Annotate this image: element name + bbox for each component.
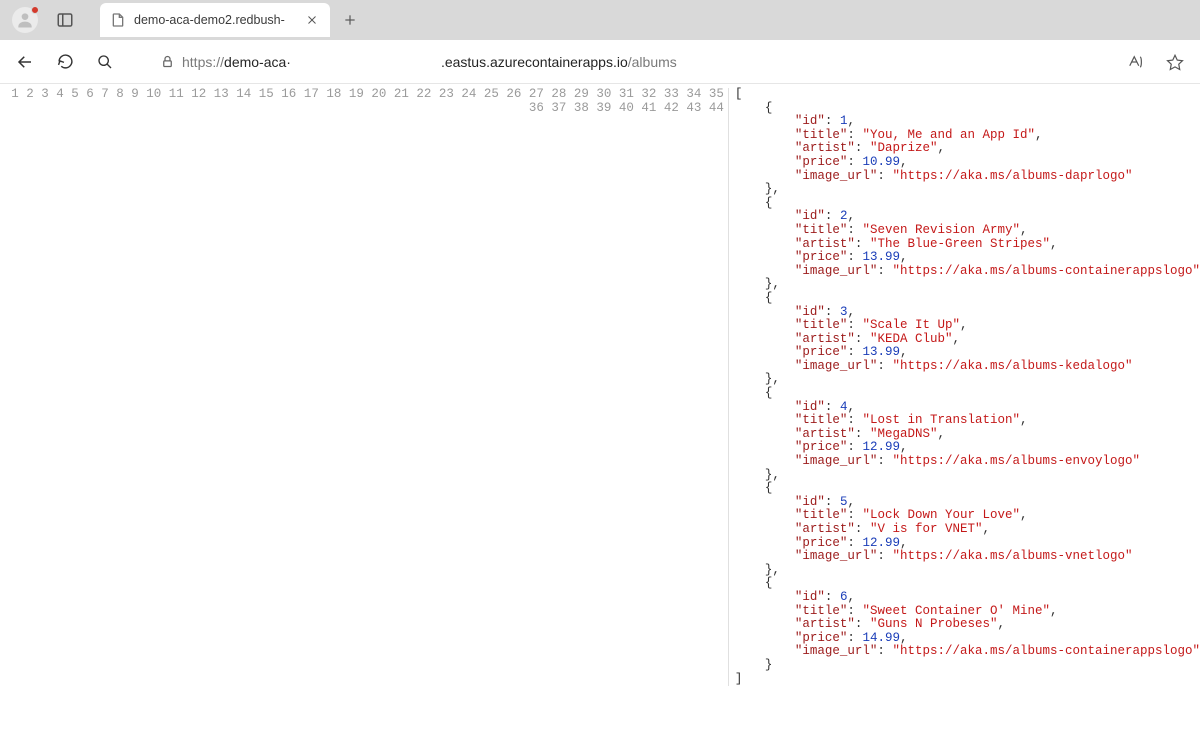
search-button[interactable] [88, 45, 122, 79]
json-viewer: 1 2 3 4 5 6 7 8 9 10 11 12 13 14 15 16 1… [0, 84, 1200, 686]
tab-title: demo-aca-demo2.redbush- [134, 13, 296, 27]
refresh-button[interactable] [48, 45, 82, 79]
new-tab-button[interactable] [336, 6, 364, 34]
line-number-gutter: 1 2 3 4 5 6 7 8 9 10 11 12 13 14 15 16 1… [0, 88, 729, 686]
profile-avatar[interactable] [12, 7, 38, 33]
back-button[interactable] [8, 45, 42, 79]
side-panel-toggle[interactable] [52, 7, 78, 33]
site-info-icon[interactable] [158, 53, 176, 71]
url-text: https://demo-aca· .eastus.azurecontainer… [182, 54, 677, 70]
notification-dot-icon [31, 6, 39, 14]
read-aloud-button[interactable] [1118, 45, 1152, 79]
tab-close-button[interactable] [304, 12, 320, 28]
browser-toolbar: https://demo-aca· .eastus.azurecontainer… [0, 40, 1200, 84]
document-icon [110, 12, 126, 28]
favorite-button[interactable] [1158, 45, 1192, 79]
browser-tab[interactable]: demo-aca-demo2.redbush- [100, 3, 330, 37]
tab-strip: demo-aca-demo2.redbush- [0, 0, 1200, 40]
browser-chrome: demo-aca-demo2.redbush- [0, 0, 1200, 40]
address-bar[interactable]: https://demo-aca· .eastus.azurecontainer… [128, 46, 1112, 78]
json-content: [ { "id": 1, "title": "You, Me and an Ap… [729, 88, 1200, 686]
